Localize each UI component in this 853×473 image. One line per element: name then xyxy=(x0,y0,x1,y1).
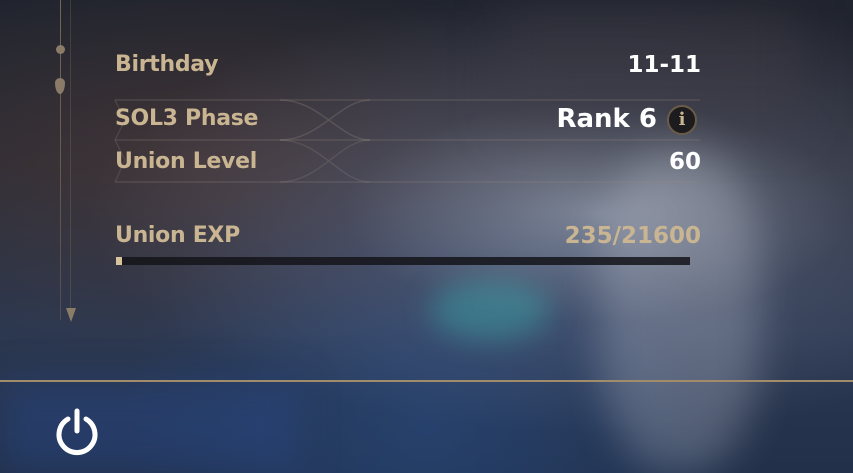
info-icon[interactable]: i xyxy=(667,105,697,135)
ornament-drop xyxy=(55,78,65,94)
union-exp-value: 235/21600 xyxy=(564,223,701,249)
union-level-value: 60 xyxy=(668,149,701,175)
union-exp-progress-fill xyxy=(116,257,123,265)
sol3-phase-value: Rank 6 xyxy=(556,104,657,134)
ornament-dot xyxy=(56,45,65,54)
birthday-value: 11-11 xyxy=(627,52,701,78)
union-level-label: Union Level xyxy=(115,149,257,174)
ornament-line xyxy=(70,0,71,320)
union-exp-progress-bar xyxy=(116,257,690,265)
sol3-phase-label: SOL3 Phase xyxy=(115,106,259,131)
union-exp-label: Union EXP xyxy=(115,223,240,248)
power-icon xyxy=(56,408,98,456)
ornament-tip xyxy=(66,308,76,322)
profile-screen: Birthday 11-11 SOL3 Phase Rank 6 i Union… xyxy=(0,0,853,473)
birthday-label: Birthday xyxy=(115,52,219,77)
background-art xyxy=(600,150,760,470)
divider xyxy=(0,380,853,382)
power-button[interactable] xyxy=(52,408,102,458)
background-art xyxy=(430,280,550,340)
background-art xyxy=(0,380,300,473)
